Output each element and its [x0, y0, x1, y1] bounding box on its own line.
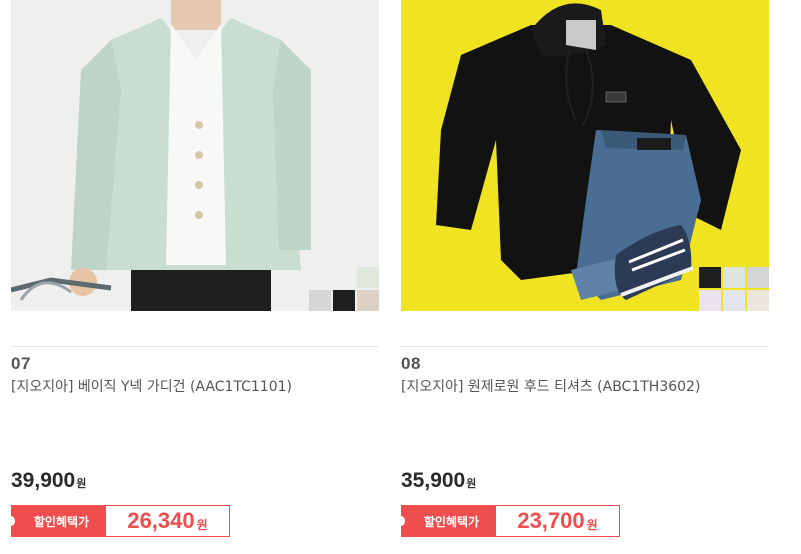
color-swatch	[309, 290, 331, 311]
color-swatch	[699, 267, 721, 288]
product-name-link[interactable]: [지오지아] 원제로원 후드 티셔츠 (ABC1TH3602)	[401, 376, 700, 396]
color-swatch	[333, 290, 355, 311]
color-swatch	[747, 290, 769, 311]
discount-price-value: 23,700	[517, 508, 585, 533]
divider	[401, 346, 769, 347]
price-unit: 원	[466, 477, 477, 490]
discount-price-value: 26,340	[127, 508, 195, 533]
product-image[interactable]	[401, 0, 769, 311]
discount-badge: 할인혜택가	[397, 505, 496, 537]
discount-price-box: 23,700 원	[496, 505, 620, 537]
product-card[interactable]: 07 [지오지아] 베이직 Y넥 가디건 (AAC1TC1101) 39,900…	[7, 0, 379, 554]
discount-price: 할인혜택가 26,340 원	[7, 505, 230, 537]
discount-price-unit: 원	[586, 517, 598, 532]
price-value: 39,900	[11, 469, 76, 492]
original-price: 35,900 원	[401, 469, 476, 493]
product-number: 07	[11, 354, 31, 373]
discount-price-unit: 원	[196, 517, 208, 532]
color-swatch	[723, 267, 745, 288]
color-swatch	[357, 290, 379, 311]
product-name-link[interactable]: [지오지아] 베이직 Y넥 가디건 (AAC1TC1101)	[11, 376, 292, 396]
color-swatches	[309, 267, 379, 311]
product-number: 08	[401, 354, 421, 373]
color-swatch	[699, 290, 721, 311]
price-value: 35,900	[401, 469, 466, 492]
price-unit: 원	[76, 477, 87, 490]
color-swatches	[699, 267, 769, 311]
cardigan-photo	[11, 0, 379, 311]
discount-price: 할인혜택가 23,700 원	[397, 505, 620, 537]
discount-badge: 할인혜택가	[7, 505, 106, 537]
product-card[interactable]: 08 [지오지아] 원제로원 후드 티셔츠 (ABC1TH3602) 35,90…	[397, 0, 769, 554]
color-swatch	[747, 267, 769, 288]
color-swatch	[357, 267, 379, 288]
divider	[11, 346, 379, 347]
original-price: 39,900 원	[11, 469, 86, 493]
color-swatch	[723, 290, 745, 311]
discount-price-box: 26,340 원	[106, 505, 230, 537]
hoodie-photo	[401, 0, 769, 311]
product-image[interactable]	[11, 0, 379, 311]
